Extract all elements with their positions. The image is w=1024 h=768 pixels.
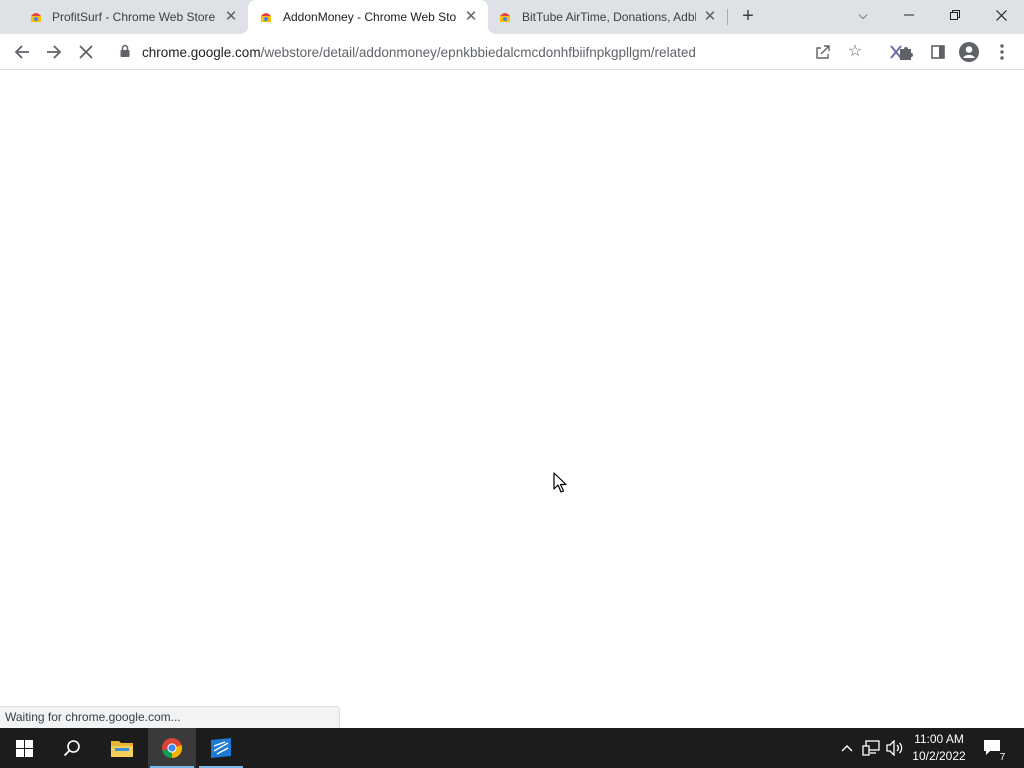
clock-date: 10/2/2022 [912, 749, 966, 763]
tab-close-icon[interactable]: ✕ [702, 9, 718, 25]
url-text[interactable]: chrome.google.com/webstore/detail/addonm… [142, 45, 696, 60]
tab-strip: ProfitSurf - Chrome Web Store ✕ AddonMon… [0, 0, 1024, 34]
page-content [0, 71, 1024, 728]
stop-loading-button[interactable] [72, 38, 100, 66]
show-hidden-icons-button[interactable] [838, 728, 856, 768]
new-tab-button[interactable]: + [738, 6, 758, 26]
kebab-menu-icon [1000, 44, 1004, 60]
network-button[interactable] [860, 728, 882, 768]
tab-title: AddonMoney - Chrome Web Sto [283, 10, 456, 24]
puzzle-icon [890, 45, 913, 60]
browser-menu-button[interactable] [988, 38, 1016, 66]
chevron-up-icon [841, 745, 853, 752]
tab-profitsurf[interactable]: ProfitSurf - Chrome Web Store ✕ [8, 0, 248, 34]
share-icon[interactable] [812, 41, 834, 63]
tab-bittube[interactable]: BitTube AirTime, Donations, Adbl ✕ [488, 0, 728, 34]
back-button[interactable] [8, 38, 36, 66]
profile-button[interactable] [955, 38, 983, 66]
search-icon [63, 740, 80, 757]
volume-button[interactable] [884, 728, 906, 768]
side-panel-icon [931, 45, 945, 59]
profile-icon [959, 42, 979, 62]
restore-icon[interactable] [932, 0, 978, 30]
network-icon [862, 740, 880, 756]
file-explorer-button[interactable] [98, 728, 146, 768]
stop-loading-icon [79, 45, 93, 59]
chrome-taskbar-button[interactable] [148, 728, 196, 768]
forward-button[interactable] [40, 38, 68, 66]
tab-close-icon[interactable]: ✕ [223, 9, 239, 25]
folder-icon [111, 741, 133, 757]
tab-addonmoney[interactable]: AddonMoney - Chrome Web Sto ✕ [240, 0, 496, 34]
arrow-right-icon [47, 45, 62, 59]
chrome-web-store-icon [261, 13, 271, 22]
chrome-web-store-icon [31, 13, 41, 22]
side-panel-button[interactable] [924, 38, 952, 66]
tab-search-icon[interactable]: ⌵ [840, 0, 886, 30]
star-icon[interactable]: ☆ [844, 41, 866, 63]
lock-icon[interactable] [120, 44, 130, 58]
extension-button[interactable] [886, 38, 916, 66]
screen: { "browser": { "tabs": [ {"title": "Prof… [0, 0, 1024, 768]
clock-time: 11:00 AM [914, 732, 964, 746]
start-button[interactable] [0, 728, 48, 768]
tab-close-icon[interactable]: ✕ [463, 9, 479, 25]
browser-toolbar: chrome.google.com/webstore/detail/addonm… [0, 34, 1024, 70]
close-window-icon[interactable] [978, 0, 1024, 30]
minimize-icon[interactable] [886, 0, 932, 30]
speaker-icon [886, 740, 903, 756]
notification-count-badge: 7 [996, 751, 1009, 764]
app-taskbar-button[interactable] [197, 728, 245, 768]
arrow-left-icon [14, 45, 29, 59]
url-host: chrome.google.com [142, 45, 261, 60]
chrome-icon [162, 738, 183, 759]
search-button[interactable] [48, 728, 96, 768]
address-bar[interactable]: chrome.google.com/webstore/detail/addonm… [108, 36, 874, 68]
chrome-web-store-icon [500, 13, 510, 22]
url-path: /webstore/detail/addonmoney/epnkbbiedalc… [260, 45, 696, 60]
windows-logo-icon [15, 739, 33, 757]
windows-taskbar: 11:00 AM 10/2/2022 7 [0, 728, 1024, 768]
loading-status: Waiting for chrome.google.com... [0, 706, 340, 728]
tab-title: BitTube AirTime, Donations, Adbl [522, 10, 696, 24]
taskbar-clock[interactable]: 11:00 AM 10/2/2022 [908, 731, 970, 765]
tab-separator [727, 9, 728, 25]
tab-title: ProfitSurf - Chrome Web Store [52, 10, 216, 24]
blue-app-icon [211, 738, 231, 758]
mouse-cursor-icon [553, 472, 567, 493]
